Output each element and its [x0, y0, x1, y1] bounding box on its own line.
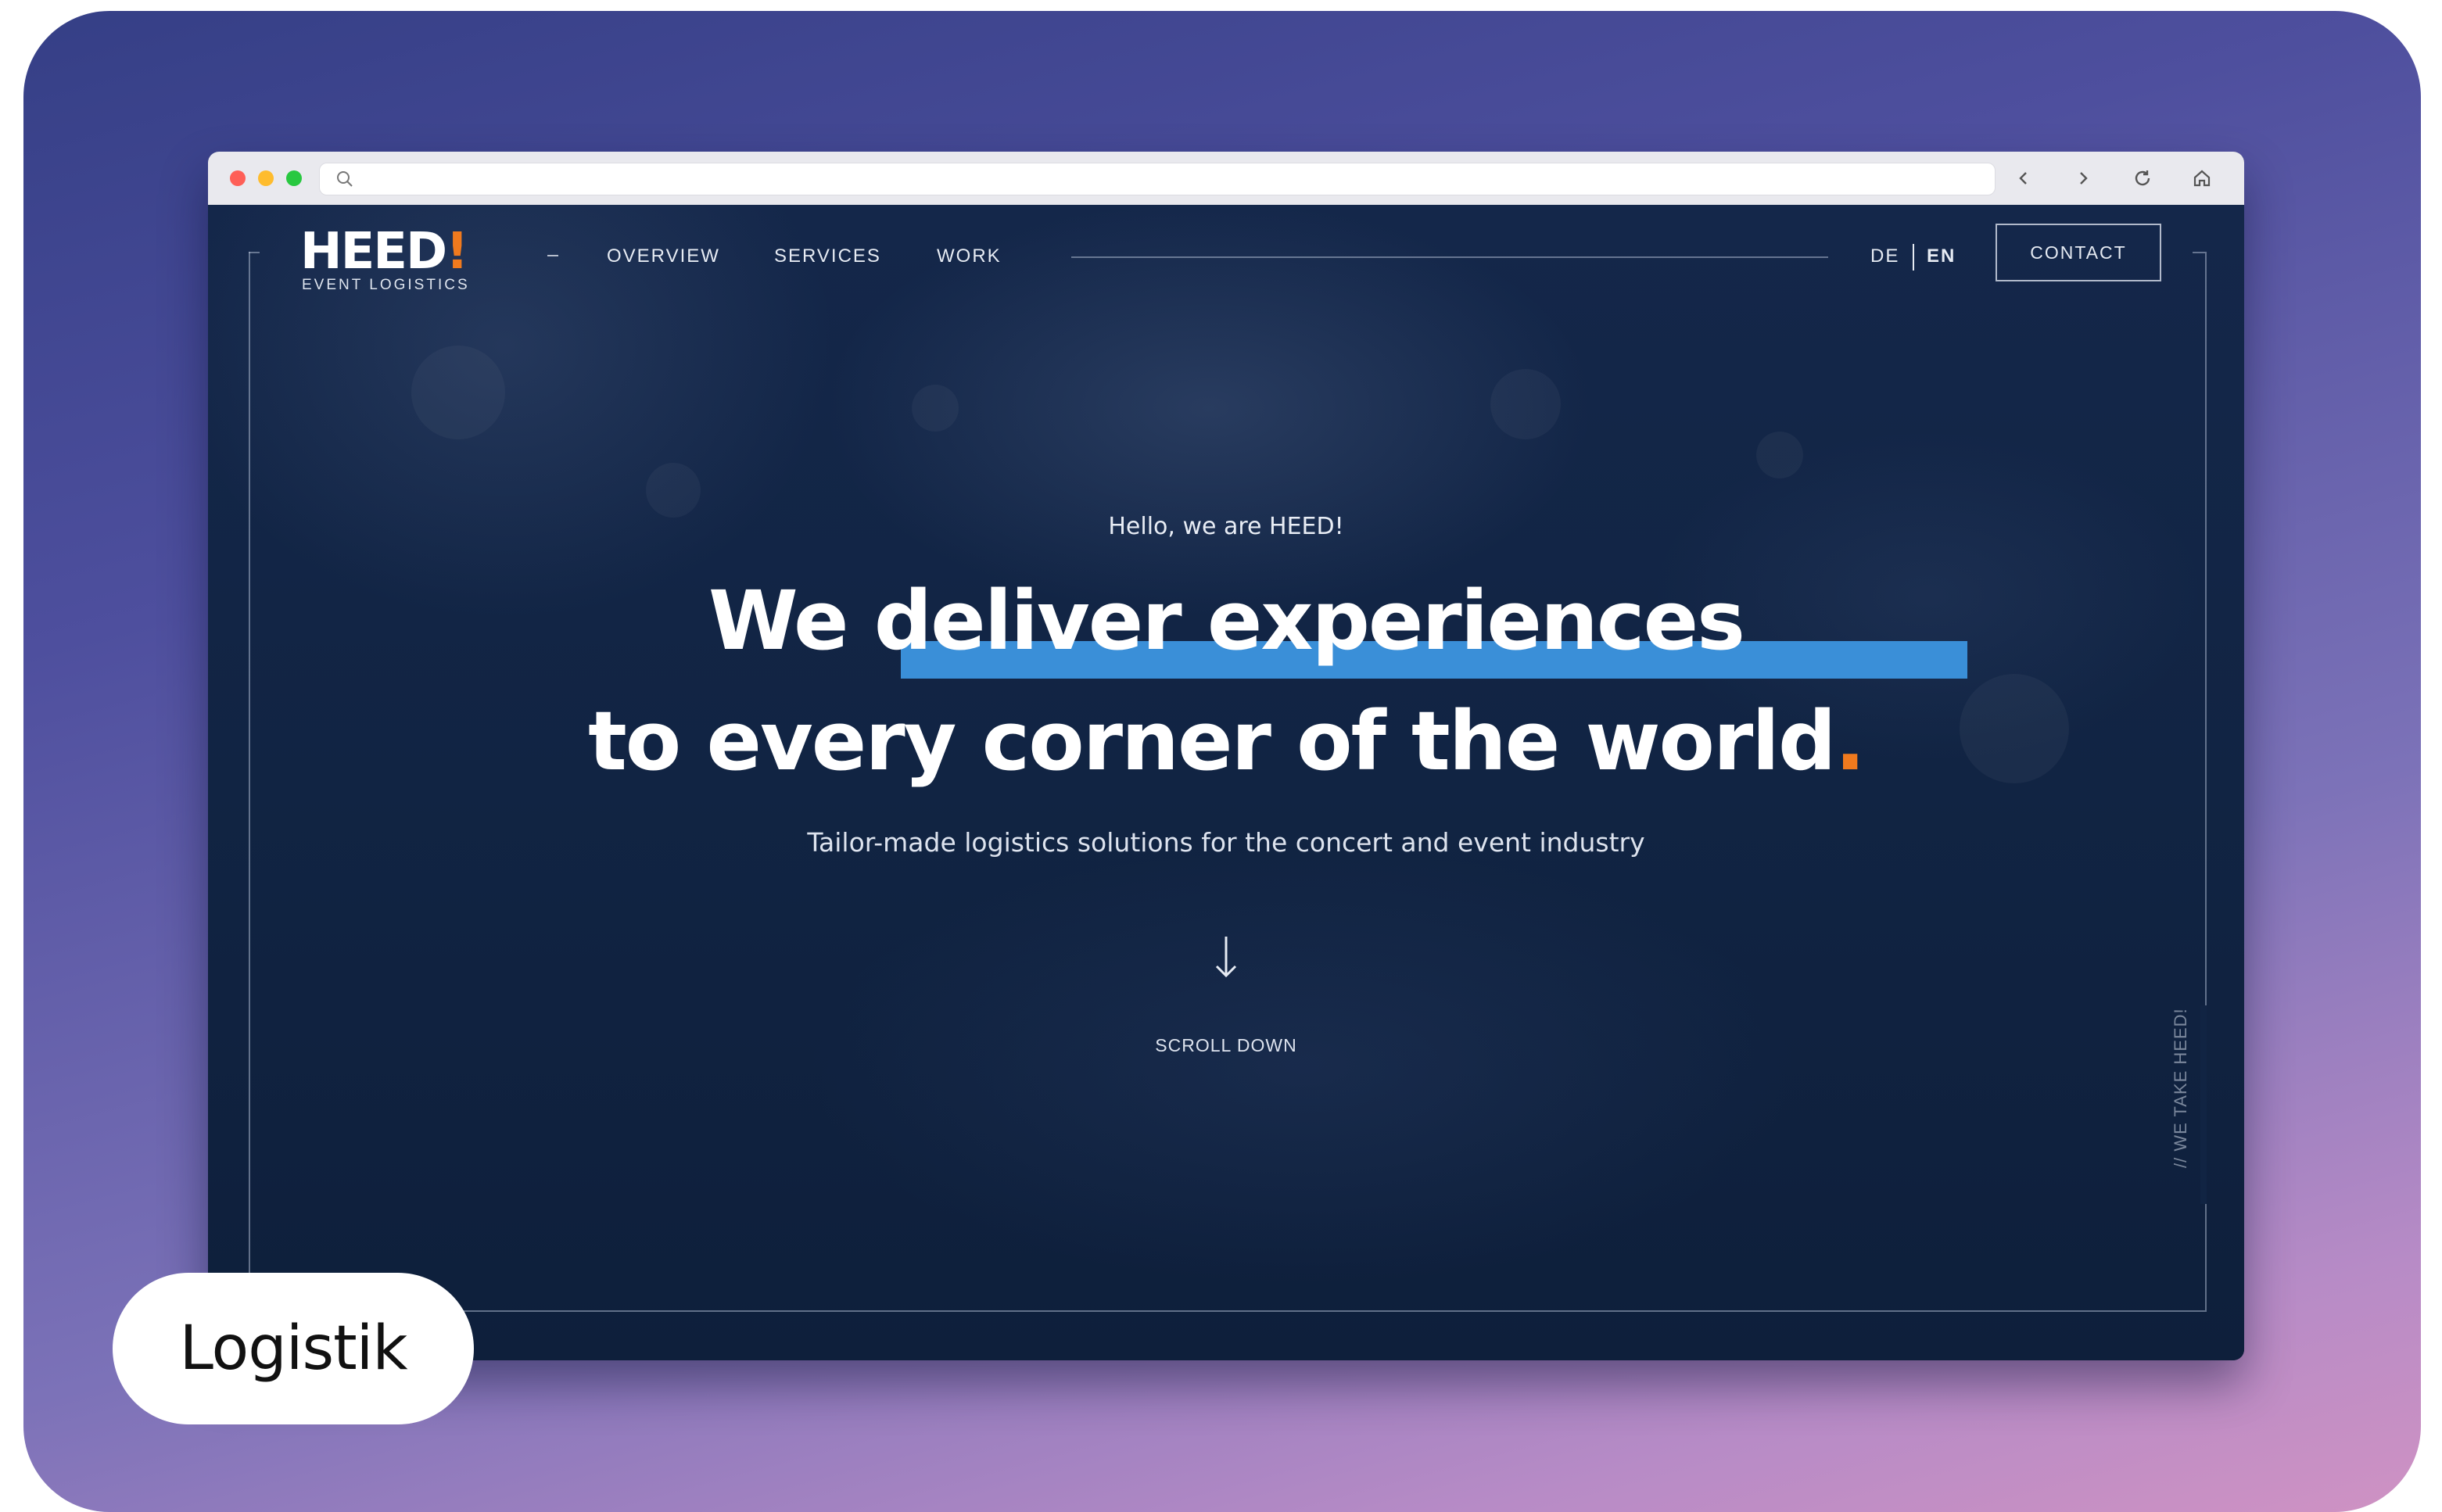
chevron-right-icon[interactable] [2071, 166, 2096, 191]
chevron-left-icon[interactable] [2011, 166, 2036, 191]
maximize-window-button[interactable] [286, 170, 302, 186]
home-icon[interactable] [2189, 166, 2214, 191]
headline-line2-text: to every corner of the world [588, 693, 1836, 789]
nav-divider-line [1071, 256, 1828, 258]
lang-separator [1913, 244, 1914, 271]
nav-dash [547, 255, 558, 256]
contact-button[interactable]: CONTACT [1996, 224, 2161, 281]
hero-headline-line1: We deliver experiences [708, 573, 1745, 668]
hero-page: HEED! EVENT LOGISTICS OVERVIEW SERVICES … [208, 205, 2244, 1360]
logo-subtitle: EVENT LOGISTICS [302, 277, 470, 293]
hero-headline-line2: to every corner of the world. [208, 700, 2244, 782]
browser-toolbar [208, 152, 2244, 206]
minimize-window-button[interactable] [258, 170, 274, 186]
address-bar[interactable] [319, 163, 1996, 195]
hero-tagline: Tailor-made logistics solutions for the … [807, 827, 1645, 858]
search-icon [335, 170, 354, 192]
scroll-down-label[interactable]: SCROLL DOWN [208, 1035, 2244, 1056]
frame-top-right [2193, 252, 2205, 253]
hero-greeting: Hello, we are HEED! [1108, 513, 1344, 540]
nav-services[interactable]: SERVICES [774, 245, 881, 267]
background-card: HEED! EVENT LOGISTICS OVERVIEW SERVICES … [23, 11, 2421, 1512]
arrow-down-icon[interactable] [1209, 933, 1243, 984]
browser-window: HEED! EVENT LOGISTICS OVERVIEW SERVICES … [208, 152, 2244, 1360]
reload-icon[interactable] [2130, 166, 2155, 191]
category-badge: Logistik [113, 1273, 474, 1424]
vertical-tagline: // WE TAKE HEED! [2171, 1008, 2190, 1168]
logo-wordmark: HEED [300, 223, 447, 281]
headline-orange-dot: . [1834, 693, 1865, 789]
nav-work[interactable]: WORK [937, 245, 1002, 267]
logo[interactable]: HEED! [300, 227, 468, 277]
lang-de[interactable]: DE [1870, 245, 1899, 267]
frame-top-left [249, 252, 260, 253]
nav-overview[interactable]: OVERVIEW [607, 245, 720, 267]
close-window-button[interactable] [230, 170, 246, 186]
logo-exclamation: ! [446, 223, 468, 281]
lang-en[interactable]: EN [1927, 245, 1956, 267]
